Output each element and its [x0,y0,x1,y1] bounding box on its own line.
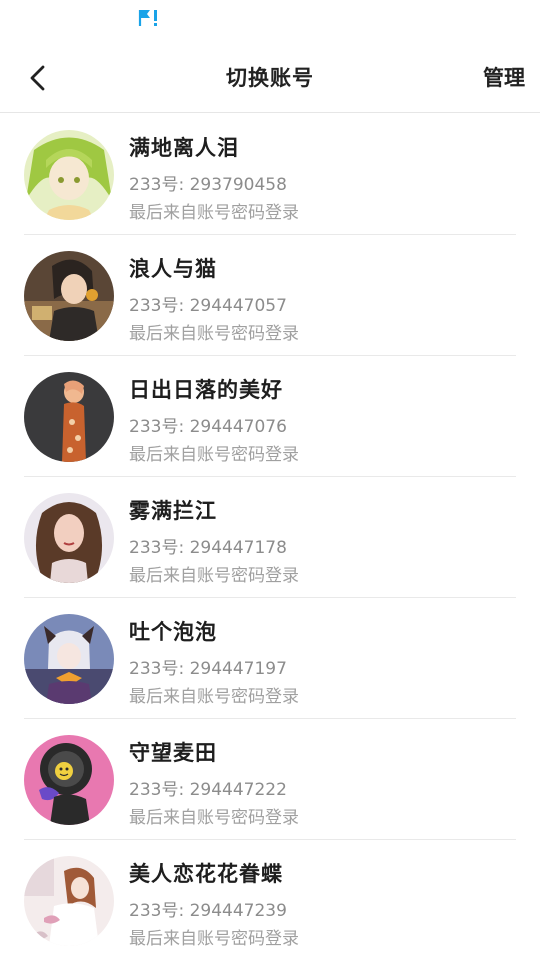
account-list: 满地离人泪 233号: 293790458 最后来自账号密码登录 浪人与猫 23… [0,114,540,960]
login-method: 最后来自账号密码登录 [129,687,299,707]
account-item[interactable]: 浪人与猫 233号: 294447057 最后来自账号密码登录 [24,235,516,356]
status-bar [0,0,540,36]
account-name: 吐个泡泡 [129,620,217,644]
avatar [24,493,114,583]
account-item[interactable]: 吐个泡泡 233号: 294447197 最后来自账号密码登录 [24,598,516,719]
account-name: 守望麦田 [129,741,217,765]
account-name: 日出日落的美好 [129,378,283,402]
account-id: 233号: 294447197 [129,659,287,679]
login-method: 最后来自账号密码登录 [129,566,299,586]
account-name: 满地离人泪 [129,136,239,160]
screen: 切换账号 管理 满地离人泪 233号: 293790458 最后来自账号密码登录 [0,0,540,960]
login-method: 最后来自账号密码登录 [129,445,299,465]
login-method: 最后来自账号密码登录 [129,324,299,344]
account-item[interactable]: 雾满拦江 233号: 294447178 最后来自账号密码登录 [24,477,516,598]
flag-notification-icon [137,8,161,28]
avatar [24,130,114,220]
account-name: 浪人与猫 [129,257,217,281]
account-item[interactable]: 满地离人泪 233号: 293790458 最后来自账号密码登录 [24,114,516,235]
avatar [24,372,114,462]
account-id: 233号: 293790458 [129,175,287,195]
login-method: 最后来自账号密码登录 [129,203,299,223]
account-name: 雾满拦江 [129,499,217,523]
nav-bar: 切换账号 管理 [0,40,540,113]
account-id: 233号: 294447239 [129,901,287,921]
avatar [24,856,114,946]
manage-button[interactable]: 管理 [483,62,525,92]
avatar [24,614,114,704]
avatar [24,735,114,825]
account-item[interactable]: 守望麦田 233号: 294447222 最后来自账号密码登录 [24,719,516,840]
account-id: 233号: 294447178 [129,538,287,558]
account-item[interactable]: 美人恋花花眷蝶 233号: 294447239 最后来自账号密码登录 [24,840,516,960]
account-id: 233号: 294447222 [129,780,287,800]
login-method: 最后来自账号密码登录 [129,808,299,828]
page-title: 切换账号 [226,66,314,90]
account-item[interactable]: 日出日落的美好 233号: 294447076 最后来自账号密码登录 [24,356,516,477]
account-id: 233号: 294447057 [129,296,287,316]
avatar [24,251,114,341]
account-id: 233号: 294447076 [129,417,287,437]
account-name: 美人恋花花眷蝶 [129,862,283,886]
login-method: 最后来自账号密码登录 [129,929,299,949]
